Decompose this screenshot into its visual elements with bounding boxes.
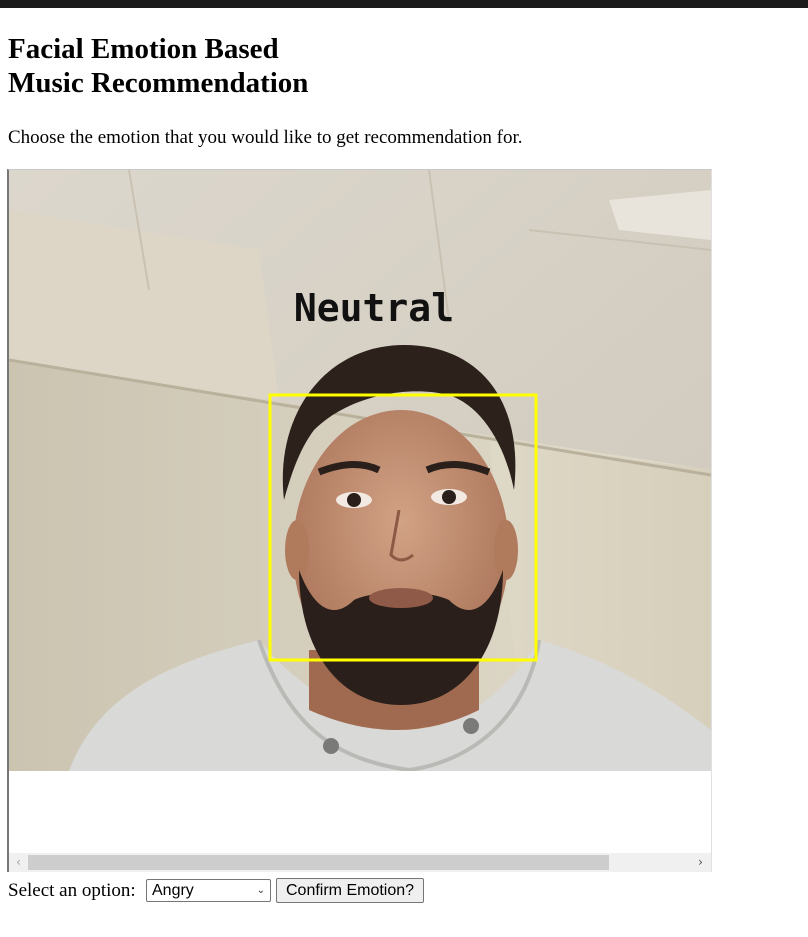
emotion-select[interactable]: Angry ⌄ [146,879,271,902]
emotion-select-value: Angry [152,882,194,899]
emotion-label: Neutral [294,286,454,330]
title-line-2: Music Recommendation [8,67,309,99]
webcam-feed: Neutral [9,170,711,771]
select-label: Select an option: [8,880,136,901]
chevron-down-icon: ⌄ [256,885,265,896]
title-line-1: Facial Emotion Based [8,33,279,65]
video-frame[interactable]: Neutral ‹ › [7,169,712,872]
confirm-emotion-button[interactable]: Confirm Emotion? [276,878,425,903]
top-bar [0,0,808,8]
page-title: Facial Emotion Based Music Recommendatio… [8,32,428,100]
instruction-text: Choose the emotion that you would like t… [8,127,523,148]
horizontal-scrollbar[interactable]: ‹ › [9,853,711,872]
scroll-left-icon[interactable]: ‹ [10,853,27,872]
scroll-right-icon[interactable]: › [692,853,709,872]
scrollbar-thumb[interactable] [28,855,609,870]
